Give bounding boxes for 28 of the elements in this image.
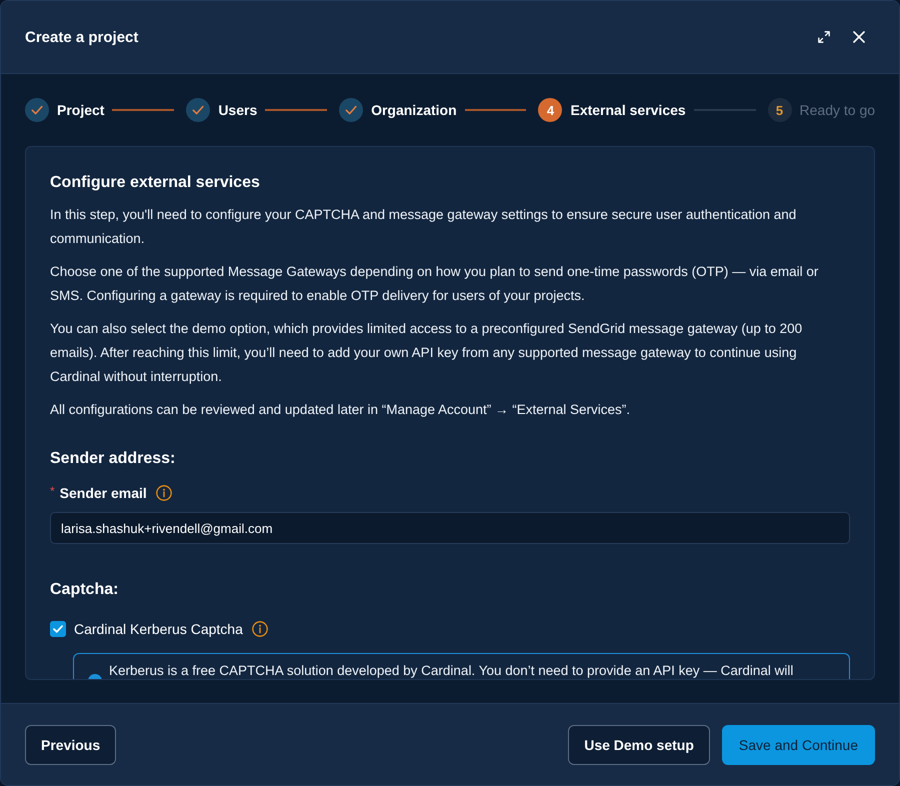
description-text: All configurations can be reviewed and updated later in “Manage Account” → “External Services”. [50,401,632,419]
expand-icon[interactable] [818,31,830,43]
email-field[interactable]: larisa.shashuk+rivendell@gmail.com [50,512,850,544]
checkbox[interactable] [50,621,66,637]
description-text: You can also select the demo option, which provides limited access to a preconfigured SendGrid message gateway (up to 200 emails). After reaching this limit, you’ll need to add your own API key from any supported message gateway to continue using Cardinal without interruption. [50,320,804,386]
step-number: 5 [768,98,792,122]
dialog-title: Create a project [25,28,138,46]
required-mark: * [50,485,55,497]
info-text: Kerberus is a free CAPTCHA solution developed by Cardinal. You don’t need to provide an API key — Cardinal will [109,663,794,679]
step-label: Users [218,102,258,118]
close-icon[interactable] [853,31,865,43]
step-label: Ready to go [800,102,876,118]
step-number: 4 [538,98,562,122]
section-heading: Sender address: [50,449,176,469]
step-label: Project [57,102,104,118]
section-title: Configure external services [50,173,260,193]
step-label: Organization [371,102,457,118]
field-label: Sender email [60,485,147,501]
info-icon[interactable] [156,485,172,501]
step-label: External services [570,102,686,118]
description-text: Choose one of the supported Message Gateways depending on how you plan to send one-time passwords (OTP) — via email or SMS. Configuring a gateway is required to enable OTP delivery for users of your projects. [50,263,820,305]
outline-button[interactable]: Previous [25,724,116,764]
section-heading: Captcha: [50,580,118,600]
outline-button[interactable]: Use Demo setup [568,724,710,764]
info-icon[interactable] [252,621,268,637]
checkbox-label[interactable]: Cardinal Kerberus Captcha [74,621,243,637]
save-continue-button[interactable]: Save and Continue [722,724,875,764]
description-text: In this step, you'll need to configure your CAPTCHA and message gateway settings to ensure secure user authentication and communication. [50,206,798,248]
